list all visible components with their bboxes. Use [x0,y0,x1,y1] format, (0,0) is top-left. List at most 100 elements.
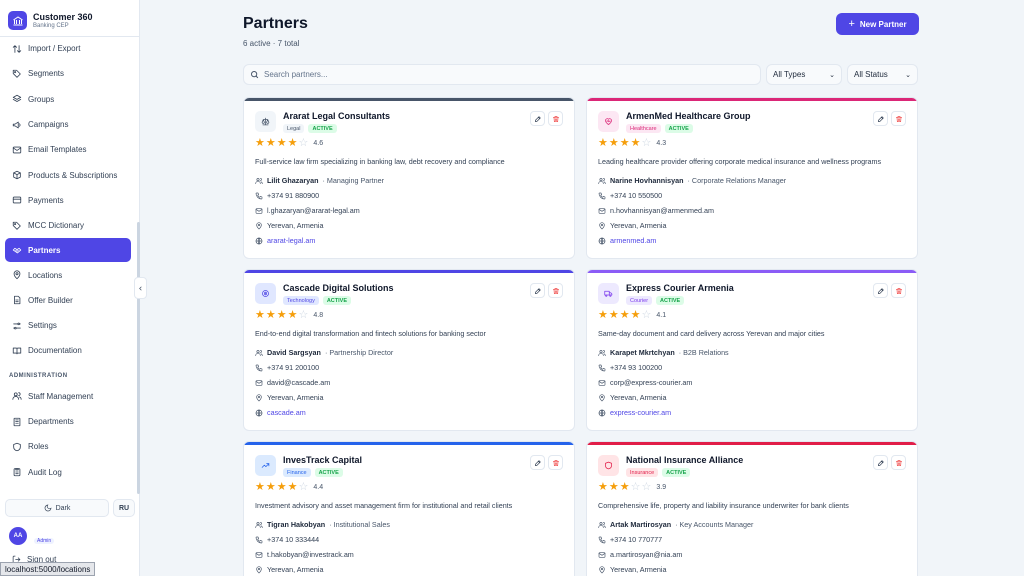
trash-icon [552,115,560,123]
sidebar-item-label: Settings [28,321,57,331]
star-icon: ★ [608,481,619,493]
theme-toggle-button[interactable]: Dark [5,499,109,517]
sidebar-item-import-export[interactable]: Import / Export [5,36,131,61]
partner-card[interactable]: ArmenMed Healthcare Group Healthcare ACTIV… [586,97,918,259]
contact-person: Karapet Mkrtchyan · B2B Relations [598,348,729,357]
page-subtitle: 6 active · 7 total [243,39,300,48]
partner-card[interactable]: Ararat Legal Consultants Legal ACTIVE ★ ★ ★ ★ ☆… [243,97,575,259]
sidebar-item-email-templates[interactable]: Email Templates [5,137,131,162]
trash-icon [552,287,560,295]
theme-toggle-label: Dark [55,504,71,512]
sidebar-item-staff-management[interactable]: Staff Management [5,384,131,409]
credit-card-icon [12,195,28,205]
sidebar-item-campaigns[interactable]: Campaigns [5,112,131,137]
user-icon [598,521,610,529]
email-value: corp@express-courier.am [610,378,693,387]
website-link[interactable]: ararat-legal.am [267,236,315,245]
bank-logo-icon [8,11,27,30]
edit-partner-button[interactable] [873,455,888,470]
app-subtitle: Banking CEP [33,23,69,29]
partner-location: Yerevan, Armenia [598,393,666,402]
partner-website: cascade.am [255,408,306,417]
sidebar-item-roles[interactable]: Roles [5,434,131,459]
partner-card[interactable]: Cascade Digital Solutions Technology ACTIV… [243,269,575,431]
website-link[interactable]: armenmed.am [610,236,656,245]
star-icon: ★ [255,137,265,149]
star-icon: ★ [598,481,608,493]
plus-icon: + [848,18,855,30]
partner-card[interactable]: Express Courier Armenia Courier ACTIVE ★ ★ ★ ★… [586,269,918,431]
phone-value: +374 91 200100 [267,363,320,372]
category-badge: Healthcare [626,124,661,133]
sidebar-item-partners[interactable]: Partners [5,238,131,263]
partner-description: Same-day document and card delivery acro… [598,329,825,338]
chevron-down-icon: ⌄ [905,71,911,79]
language-button[interactable]: RU [113,499,135,517]
sidebar-item-departments[interactable]: Departments [5,409,131,434]
megaphone-icon [12,120,28,130]
edit-partner-button[interactable] [530,283,545,298]
brand[interactable]: Customer 360 Banking CEP [0,0,139,33]
globe-icon [598,409,610,417]
delete-partner-button[interactable] [891,455,906,470]
sidebar-item-locations[interactable]: Locations [5,262,131,287]
contact-email: david@cascade.am [255,378,330,387]
location-value: Yerevan, Armenia [267,565,324,574]
new-partner-button[interactable]: + New Partner [836,13,919,35]
partner-rating: ★ ★ ★ ★ ☆ 4.4 [255,482,323,493]
partner-card[interactable]: National Insurance Alliance Insurance ACTI… [586,441,918,576]
sidebar-item-documentation[interactable]: Documentation [5,338,131,363]
delete-partner-button[interactable] [548,283,563,298]
chevron-down-icon: ⌄ [829,71,835,79]
partner-location: Yerevan, Armenia [255,221,323,230]
email-value: a.martirosyan@nia.am [610,550,683,559]
type-filter-select[interactable]: All Types ⌄ [766,64,842,85]
search-input[interactable] [264,70,744,79]
card-accent-bar [244,442,574,445]
sidebar-item-label: Campaigns [28,120,69,130]
delete-partner-button[interactable] [548,455,563,470]
edit-partner-button[interactable] [530,111,545,126]
delete-partner-button[interactable] [891,111,906,126]
mail-icon [598,551,610,559]
star-icon: ★ [598,309,608,321]
delete-partner-button[interactable] [548,111,563,126]
partner-rating: ★ ★ ★ ★ ☆ 4.3 [598,138,666,149]
edit-partner-button[interactable] [873,111,888,126]
sidebar-item-payments[interactable]: Payments [5,188,131,213]
email-value: david@cascade.am [267,378,331,387]
website-link[interactable]: cascade.am [267,408,306,417]
status-filter-select[interactable]: All Status ⌄ [847,64,918,85]
star-icon: ★ [276,309,287,321]
edit-partner-button[interactable] [873,283,888,298]
partner-description: Full-service law firm specializing in ba… [255,157,505,166]
sidebar-item-products-and-subscriptions[interactable]: Products & Subscriptions [5,162,131,187]
sidebar-item-settings[interactable]: Settings [5,313,131,338]
building-icon [12,417,28,427]
sidebar-scrollbar[interactable] [137,222,140,494]
sidebar-item-offer-builder[interactable]: Offer Builder [5,288,131,313]
edit-icon [877,459,885,467]
edit-partner-button[interactable] [530,455,545,470]
card-accent-bar [587,270,917,273]
delete-partner-button[interactable] [891,283,906,298]
avatar[interactable]: AA [9,527,27,545]
map-pin-icon [255,393,267,402]
website-link[interactable]: express-courier.am [610,408,671,417]
sidebar-item-groups[interactable]: Groups [5,87,131,112]
search-bar [243,64,761,85]
sidebar-item-label: Staff Management [28,391,94,401]
collapse-sidebar-button[interactable] [134,277,147,299]
rating-value: 4.1 [656,312,667,319]
sidebar-item-segments[interactable]: Segments [5,61,131,86]
location-value: Yerevan, Armenia [267,221,324,230]
phone-icon [598,536,610,544]
trash-icon [895,115,903,123]
sidebar-item-audit-log[interactable]: Audit Log [5,459,131,484]
contact-name: David Sargsyan [267,348,321,357]
edit-icon [877,115,885,123]
star-icon: ☆ [298,137,309,149]
sidebar-item-mcc-dictionary[interactable]: MCC Dictionary [5,213,131,238]
contact-role: · Partnership Director [324,348,394,357]
partner-card[interactable]: InvesTrack Capital Finance ACTIVE ★ ★ ★ ★ ☆ 4.4 I… [243,441,575,576]
